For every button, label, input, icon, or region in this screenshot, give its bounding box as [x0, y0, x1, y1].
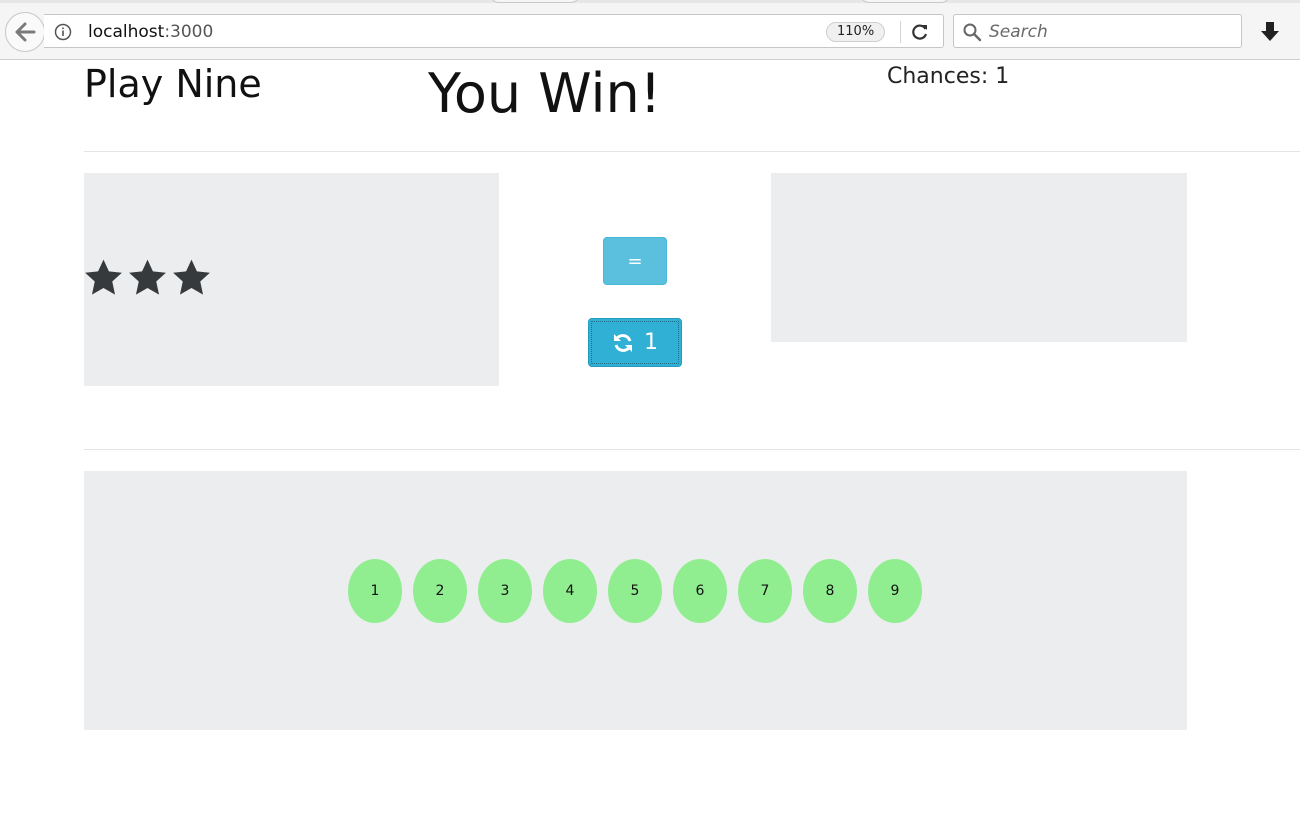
url-host: localhost: [88, 22, 165, 42]
numbers-row: 123456789: [348, 559, 922, 623]
search-placeholder: Search: [989, 22, 1048, 42]
stars-row: [82, 257, 213, 299]
equals-label: =: [627, 250, 643, 272]
search-icon: [963, 23, 982, 42]
star-icon: [85, 259, 122, 295]
number-5[interactable]: 5: [608, 559, 662, 623]
url-text[interactable]: localhost:3000: [88, 22, 213, 42]
number-1[interactable]: 1: [348, 559, 402, 623]
page-title: Play Nine: [84, 62, 262, 106]
number-7[interactable]: 7: [738, 559, 792, 623]
url-bar[interactable]: localhost:3000 110%: [44, 14, 944, 48]
check-answer-button[interactable]: =: [603, 237, 667, 285]
reload-icon[interactable]: [910, 22, 930, 42]
divider: [84, 449, 1300, 450]
number-8[interactable]: 8: [803, 559, 857, 623]
redraw-button[interactable]: 1: [588, 318, 682, 367]
back-button[interactable]: [5, 12, 45, 52]
divider: [84, 151, 1300, 152]
refresh-icon: [614, 333, 632, 352]
win-message: You Win!: [428, 62, 662, 125]
url-separator: [900, 21, 901, 43]
numbers-frame: 123456789: [84, 471, 1187, 730]
arrow-left-icon: [15, 22, 36, 42]
stars-frame: [84, 173, 499, 386]
star-icon: [173, 259, 210, 295]
star-icon: [129, 259, 166, 295]
search-bar[interactable]: Search: [953, 14, 1242, 48]
chances-counter: Chances: 1: [887, 64, 1010, 89]
tab-edge: [490, 0, 580, 3]
redraw-count: 1: [644, 330, 658, 355]
download-icon[interactable]: [1258, 20, 1282, 44]
number-9[interactable]: 9: [868, 559, 922, 623]
info-icon[interactable]: [54, 23, 72, 41]
number-2[interactable]: 2: [413, 559, 467, 623]
browser-toolbar: localhost:3000 110% Search: [0, 0, 1300, 60]
number-4[interactable]: 4: [543, 559, 597, 623]
zoom-indicator[interactable]: 110%: [826, 22, 886, 42]
tab-strip: [0, 0, 1300, 3]
number-3[interactable]: 3: [478, 559, 532, 623]
url-port: :3000: [164, 22, 214, 42]
tab-edge: [860, 0, 950, 3]
number-6[interactable]: 6: [673, 559, 727, 623]
answer-frame: [771, 173, 1187, 342]
